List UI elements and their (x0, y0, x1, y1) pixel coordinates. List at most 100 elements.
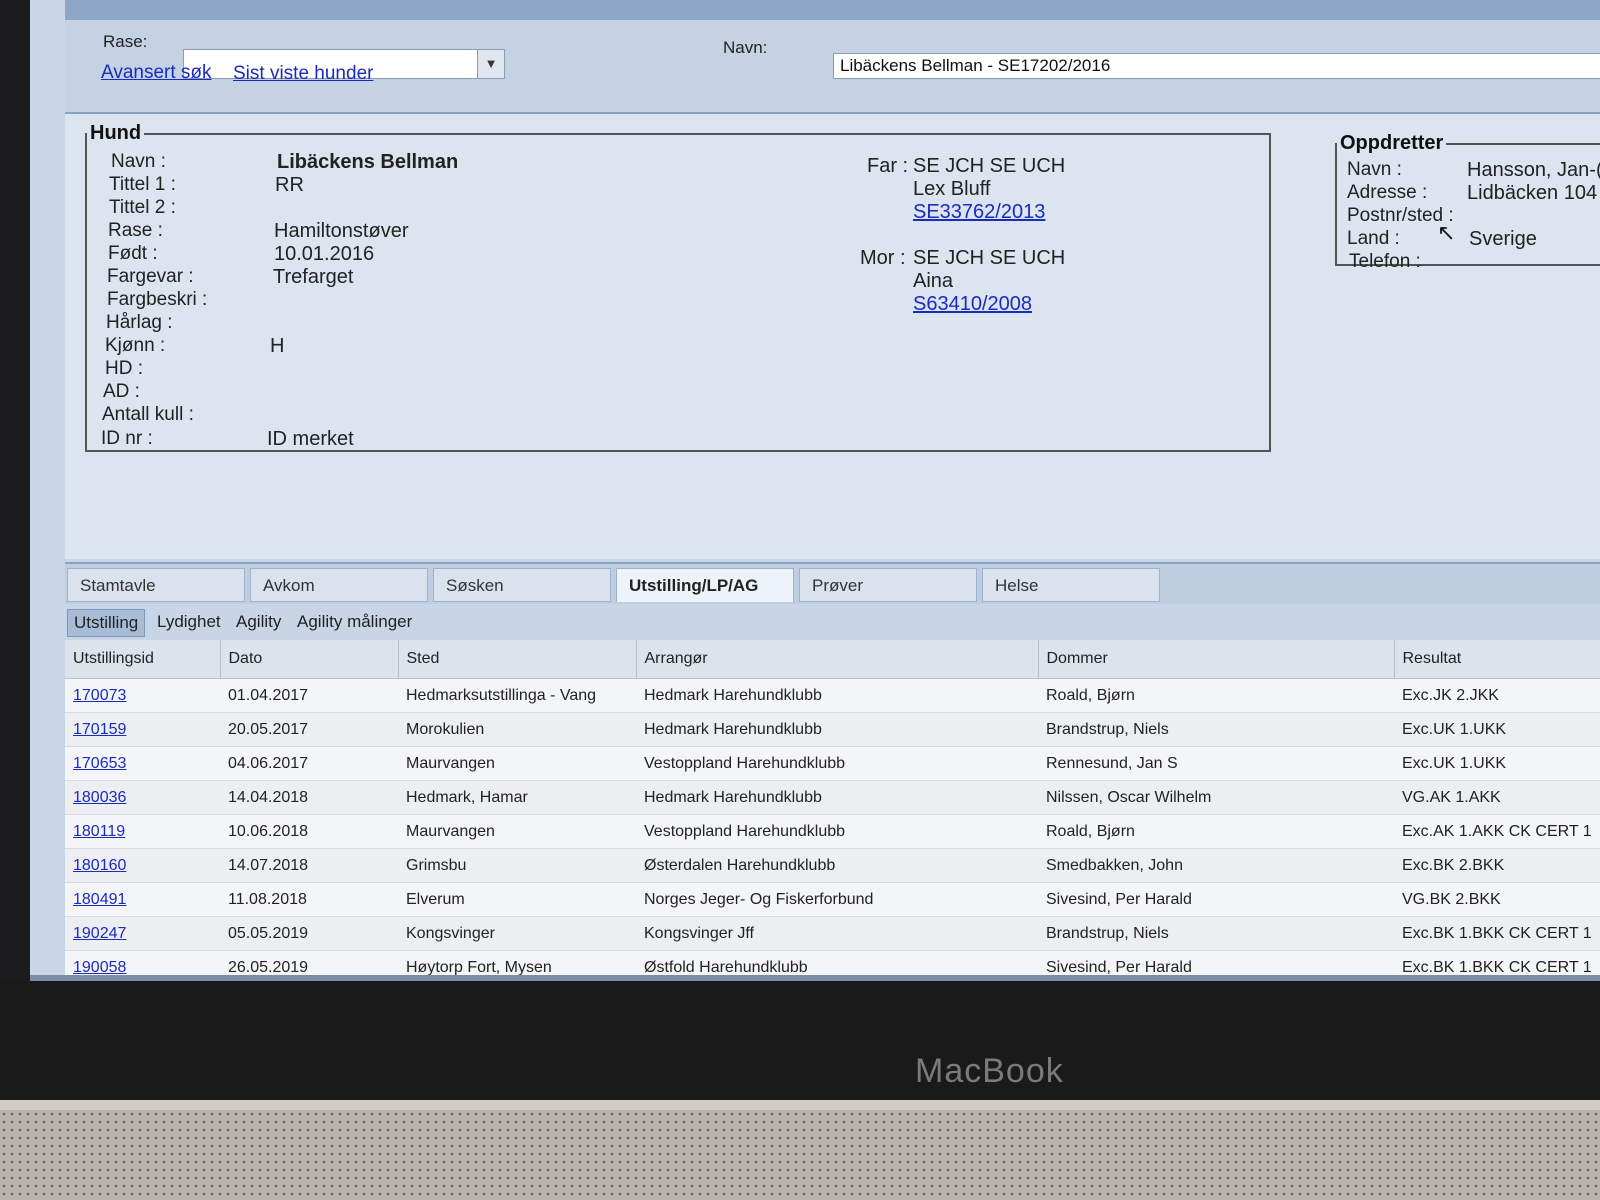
id-number-label: ID nr : (101, 428, 153, 449)
table-row: 170073 01.04.2017 Hedmarksutstillinga - … (65, 678, 1600, 713)
organizer-cell: Vestoppland Harehundklubb (636, 814, 1038, 849)
show-id-link[interactable]: 180491 (73, 891, 126, 908)
main-tab-bar: Stamtavle Avkom Søsken Utstilling/LP/AG … (65, 562, 1600, 606)
result-cell: Exc.BK 1.BKK CK CERT 1 (1394, 916, 1600, 951)
table-header-row: Utstillingsid Dato Sted Arrangør Dommer … (65, 640, 1600, 679)
name-label: Navn: (723, 38, 768, 57)
organizer-cell: Kongsvinger Jff (636, 916, 1038, 951)
date-cell: 10.06.2018 (220, 814, 398, 849)
judge-cell: Sivesind, Per Harald (1038, 882, 1394, 917)
dam-registration-link[interactable]: S63410/2008 (913, 293, 1032, 316)
id-number-value: ID merket (267, 428, 354, 450)
show-results-table-wrapper: Utstillingsid Dato Sted Arrangør Dommer … (65, 640, 1600, 985)
table-row: 180160 14.07.2018 Grimsbu Østerdalen Har… (65, 848, 1600, 883)
breeder-address-value: Lidbäcken 104 (1467, 182, 1598, 204)
show-id-cell: 180160 (65, 848, 220, 883)
tab-siblings[interactable]: Søsken (433, 568, 611, 602)
result-cell: VG.AK 1.AKK (1394, 780, 1600, 815)
show-id-link[interactable]: 190247 (73, 925, 126, 942)
result-cell: Exc.JK 2.JKK (1394, 678, 1600, 713)
breeder-phone-label: Telefon : (1349, 251, 1421, 272)
chevron-down-icon[interactable]: ▼ (477, 50, 504, 78)
color-variant-value: Trefarget (273, 266, 354, 288)
tab-offspring[interactable]: Avkom (250, 568, 428, 602)
organizer-cell: Østerdalen Harehundklubb (636, 848, 1038, 883)
judge-cell: Nilssen, Oscar Wilhelm (1038, 780, 1394, 815)
breeder-country-value: Sverige (1469, 228, 1537, 250)
result-cell: Exc.BK 2.BKK (1394, 848, 1600, 883)
sex-value: H (270, 335, 285, 357)
judge-cell: Smedbakken, John (1038, 848, 1394, 883)
show-id-cell: 180036 (65, 780, 220, 815)
column-header-organizer[interactable]: Arrangør (636, 640, 1039, 679)
subtab-agility-measurements[interactable]: Agility målinger (291, 609, 418, 635)
show-id-link[interactable]: 170159 (73, 721, 126, 738)
dog-fieldset: Hund Navn : Libäckens Bellman Tittel 1 :… (85, 122, 1271, 452)
table-row: 170653 04.06.2017 Maurvangen Vestoppland… (65, 746, 1600, 781)
venue-cell: Grimsbu (398, 848, 636, 883)
show-id-link[interactable]: 180160 (73, 857, 126, 874)
show-id-link[interactable]: 170653 (73, 755, 126, 772)
show-id-link[interactable]: 180119 (73, 823, 125, 840)
table-row: 170159 20.05.2017 Morokulien Hedmark Har… (65, 712, 1600, 747)
show-id-link[interactable]: 190058 (73, 959, 126, 976)
dam-label: Mor : (860, 247, 906, 269)
device-brand-label: MacBook (915, 1052, 1064, 1090)
advanced-search-link[interactable]: Avansert søk (101, 62, 212, 84)
organizer-cell: Hedmark Harehundklubb (636, 712, 1038, 747)
tab-trials[interactable]: Prøver (799, 568, 977, 602)
tab-pedigree[interactable]: Stamtavle (67, 568, 245, 602)
sire-titles: SE JCH SE UCH (913, 155, 1066, 177)
judge-cell: Roald, Bjørn (1038, 814, 1394, 849)
result-cell: VG.BK 2.BKK (1394, 882, 1600, 917)
venue-cell: Maurvangen (398, 814, 636, 849)
recently-viewed-link[interactable]: Sist viste hunder (233, 63, 373, 85)
show-id-cell: 170159 (65, 712, 220, 747)
page-header-strip (65, 0, 1600, 20)
organizer-cell: Norges Jeger- Og Fiskerforbund (636, 882, 1038, 917)
venue-cell: Hedmark, Hamar (398, 780, 636, 815)
breeder-fieldset: Oppdretter Navn : Hansson, Jan-( Adresse… (1335, 132, 1600, 272)
tab-health[interactable]: Helse (982, 568, 1160, 602)
venue-cell: Maurvangen (398, 746, 636, 781)
subtab-obedience[interactable]: Lydighet (151, 609, 227, 635)
column-header-result[interactable]: Resultat (1394, 640, 1600, 679)
subtab-shows[interactable]: Utstilling (67, 609, 146, 637)
sire-registration-link[interactable]: SE33762/2013 (913, 201, 1045, 224)
judge-cell: Brandstrup, Niels (1038, 916, 1394, 951)
table-row: 190247 05.05.2019 Kongsvinger Kongsvinge… (65, 916, 1600, 951)
column-header-judge[interactable]: Dommer (1038, 640, 1395, 679)
organizer-cell: Hedmark Harehundklubb (636, 780, 1038, 815)
column-header-show-id[interactable]: Utstillingsid (65, 640, 221, 679)
breed-field-value: Hamiltonstøver (274, 220, 409, 242)
result-cell: Exc.UK 1.UKK (1394, 746, 1600, 781)
show-results-table: Utstillingsid Dato Sted Arrangør Dommer … (65, 640, 1600, 985)
ad-label: AD : (103, 381, 140, 402)
name-search-input[interactable] (833, 53, 1600, 79)
venue-cell: Elverum (398, 882, 636, 917)
date-cell: 04.06.2017 (220, 746, 398, 781)
judge-cell: Roald, Bjørn (1038, 678, 1394, 713)
title1-label: Tittel 1 : (109, 174, 176, 195)
search-panel: Rase: ▼ Navn: Avansert søk Sist viste hu… (65, 20, 1600, 114)
laptop-bezel-left (0, 0, 30, 1000)
born-value: 10.01.2016 (274, 243, 375, 265)
show-id-link[interactable]: 170073 (73, 687, 126, 704)
show-id-cell: 190247 (65, 916, 220, 951)
judge-cell: Rennesund, Jan S (1038, 746, 1394, 781)
show-id-link[interactable]: 180036 (73, 789, 126, 806)
result-cell: Exc.AK 1.AKK CK CERT 1 (1394, 814, 1600, 849)
breeder-country-label: Land : (1347, 228, 1400, 249)
column-header-date[interactable]: Dato (220, 640, 399, 679)
column-header-venue[interactable]: Sted (398, 640, 637, 679)
breeder-fieldset-legend: Oppdretter (1340, 132, 1444, 154)
table-row: 180491 11.08.2018 Elverum Norges Jeger- … (65, 882, 1600, 917)
subtab-agility[interactable]: Agility (230, 609, 287, 635)
tab-shows[interactable]: Utstilling/LP/AG (616, 568, 794, 602)
laptop-speaker-grille (0, 1110, 1600, 1200)
breeder-name-value: Hansson, Jan-( (1467, 159, 1600, 181)
show-id-cell: 180119 (65, 814, 220, 849)
dam-name: Aina (913, 270, 954, 292)
dog-name-label: Navn : (111, 151, 166, 172)
table-row: 180036 14.04.2018 Hedmark, Hamar Hedmark… (65, 780, 1600, 815)
